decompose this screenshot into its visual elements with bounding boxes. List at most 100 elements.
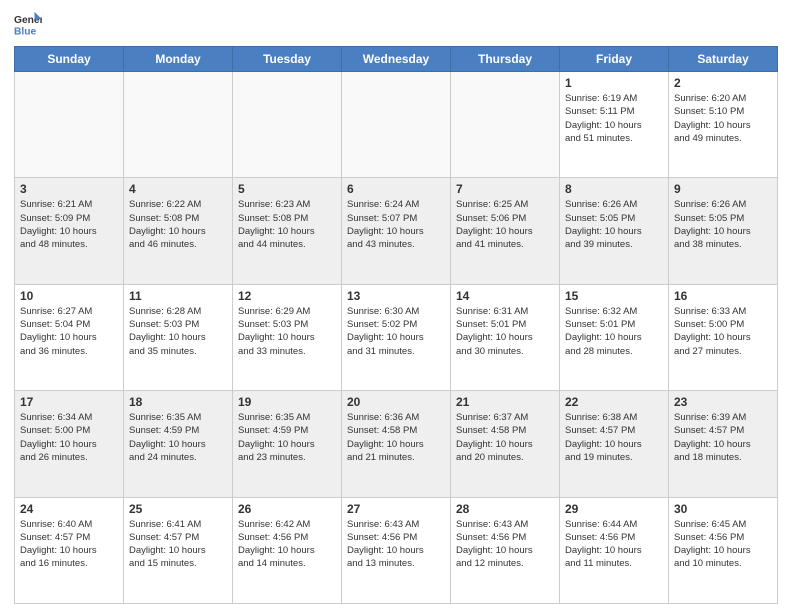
day-cell: 6 Sunrise: 6:24 AM Sunset: 5:07 PM Daylig… [342, 178, 451, 284]
week-row-3: 10Sunrise: 6:27 AM Sunset: 5:04 PM Dayli… [15, 284, 778, 390]
day-cell: 8Sunrise: 6:26 AM Sunset: 5:05 PM Daylig… [560, 178, 669, 284]
day-number: 2 [674, 76, 772, 90]
day-cell: 29 Sunrise: 6:44 AM Sunset: 4:56 PM Dayli… [560, 497, 669, 603]
day-info: Sunrise: 6:27 AM Sunset: 5:04 PM Dayligh… [20, 305, 118, 358]
day-info: Sunrise: 6:44 AM Sunset: 4:56 PM Dayligh… [565, 518, 663, 571]
day-number: 24 [20, 502, 118, 516]
day-cell: 24 Sunrise: 6:40 AM Sunset: 4:57 PM Dayli… [15, 497, 124, 603]
day-cell: 26 Sunrise: 6:42 AM Sunset: 4:56 PM Dayli… [233, 497, 342, 603]
day-number: 1 [565, 76, 663, 90]
day-number: 6 [347, 182, 445, 196]
day-cell: 3Sunrise: 6:21 AM Sunset: 5:09 PM Daylig… [15, 178, 124, 284]
svg-text:Blue: Blue [14, 26, 37, 37]
day-info: Sunrise: 6:29 AM Sunset: 5:03 PM Dayligh… [238, 305, 336, 358]
day-info: Sunrise: 6:19 AM Sunset: 5:11 PM Dayligh… [565, 92, 663, 145]
day-cell: 15Sunrise: 6:32 AM Sunset: 5:01 PM Dayli… [560, 284, 669, 390]
day-cell: 10Sunrise: 6:27 AM Sunset: 5:04 PM Dayli… [15, 284, 124, 390]
week-row-1: 1 Sunrise: 6:19 AM Sunset: 5:11 PM Daylig… [15, 72, 778, 178]
page: General Blue SundayMondayTuesdayWednesda… [0, 0, 792, 612]
week-row-4: 17 Sunrise: 6:34 AM Sunset: 5:00 PM Dayli… [15, 391, 778, 497]
day-info: Sunrise: 6:21 AM Sunset: 5:09 PM Dayligh… [20, 198, 118, 251]
day-number: 14 [456, 289, 554, 303]
day-info: Sunrise: 6:34 AM Sunset: 5:00 PM Dayligh… [20, 411, 118, 464]
day-info: Sunrise: 6:33 AM Sunset: 5:00 PM Dayligh… [674, 305, 772, 358]
day-info: Sunrise: 6:41 AM Sunset: 4:57 PM Dayligh… [129, 518, 227, 571]
day-cell: 21 Sunrise: 6:37 AM Sunset: 4:58 PM Dayli… [451, 391, 560, 497]
day-number: 28 [456, 502, 554, 516]
day-cell: 13Sunrise: 6:30 AM Sunset: 5:02 PM Dayli… [342, 284, 451, 390]
day-number: 17 [20, 395, 118, 409]
day-cell: 14 Sunrise: 6:31 AM Sunset: 5:01 PM Dayli… [451, 284, 560, 390]
day-info: Sunrise: 6:20 AM Sunset: 5:10 PM Dayligh… [674, 92, 772, 145]
day-number: 30 [674, 502, 772, 516]
day-cell: 11 Sunrise: 6:28 AM Sunset: 5:03 PM Dayli… [124, 284, 233, 390]
day-cell: 27 Sunrise: 6:43 AM Sunset: 4:56 PM Dayli… [342, 497, 451, 603]
day-number: 12 [238, 289, 336, 303]
weekday-header-monday: Monday [124, 47, 233, 72]
day-cell: 2 Sunrise: 6:20 AM Sunset: 5:10 PM Daylig… [669, 72, 778, 178]
day-info: Sunrise: 6:35 AM Sunset: 4:59 PM Dayligh… [129, 411, 227, 464]
day-number: 27 [347, 502, 445, 516]
day-info: Sunrise: 6:38 AM Sunset: 4:57 PM Dayligh… [565, 411, 663, 464]
day-cell [15, 72, 124, 178]
day-info: Sunrise: 6:26 AM Sunset: 5:05 PM Dayligh… [674, 198, 772, 251]
day-info: Sunrise: 6:39 AM Sunset: 4:57 PM Dayligh… [674, 411, 772, 464]
day-cell [451, 72, 560, 178]
week-row-2: 3Sunrise: 6:21 AM Sunset: 5:09 PM Daylig… [15, 178, 778, 284]
day-cell [342, 72, 451, 178]
day-number: 26 [238, 502, 336, 516]
day-info: Sunrise: 6:23 AM Sunset: 5:08 PM Dayligh… [238, 198, 336, 251]
day-info: Sunrise: 6:37 AM Sunset: 4:58 PM Dayligh… [456, 411, 554, 464]
day-info: Sunrise: 6:36 AM Sunset: 4:58 PM Dayligh… [347, 411, 445, 464]
day-cell [124, 72, 233, 178]
weekday-header-wednesday: Wednesday [342, 47, 451, 72]
day-cell: 19 Sunrise: 6:35 AM Sunset: 4:59 PM Dayli… [233, 391, 342, 497]
day-number: 16 [674, 289, 772, 303]
week-row-5: 24 Sunrise: 6:40 AM Sunset: 4:57 PM Dayli… [15, 497, 778, 603]
day-info: Sunrise: 6:24 AM Sunset: 5:07 PM Dayligh… [347, 198, 445, 251]
day-info: Sunrise: 6:31 AM Sunset: 5:01 PM Dayligh… [456, 305, 554, 358]
day-info: Sunrise: 6:45 AM Sunset: 4:56 PM Dayligh… [674, 518, 772, 571]
day-number: 13 [347, 289, 445, 303]
day-cell [233, 72, 342, 178]
day-info: Sunrise: 6:25 AM Sunset: 5:06 PM Dayligh… [456, 198, 554, 251]
weekday-header-row: SundayMondayTuesdayWednesdayThursdayFrid… [15, 47, 778, 72]
logo-icon: General Blue [14, 10, 42, 38]
day-number: 9 [674, 182, 772, 196]
day-number: 22 [565, 395, 663, 409]
day-info: Sunrise: 6:43 AM Sunset: 4:56 PM Dayligh… [347, 518, 445, 571]
day-cell: 17 Sunrise: 6:34 AM Sunset: 5:00 PM Dayli… [15, 391, 124, 497]
day-cell: 7Sunrise: 6:25 AM Sunset: 5:06 PM Daylig… [451, 178, 560, 284]
day-info: Sunrise: 6:35 AM Sunset: 4:59 PM Dayligh… [238, 411, 336, 464]
header: General Blue [14, 10, 778, 38]
day-cell: 5 Sunrise: 6:23 AM Sunset: 5:08 PM Daylig… [233, 178, 342, 284]
logo: General Blue [14, 10, 42, 38]
day-info: Sunrise: 6:32 AM Sunset: 5:01 PM Dayligh… [565, 305, 663, 358]
calendar-table: SundayMondayTuesdayWednesdayThursdayFrid… [14, 46, 778, 604]
day-number: 11 [129, 289, 227, 303]
day-number: 18 [129, 395, 227, 409]
day-info: Sunrise: 6:42 AM Sunset: 4:56 PM Dayligh… [238, 518, 336, 571]
day-number: 19 [238, 395, 336, 409]
day-cell: 4 Sunrise: 6:22 AM Sunset: 5:08 PM Daylig… [124, 178, 233, 284]
day-number: 29 [565, 502, 663, 516]
day-number: 21 [456, 395, 554, 409]
weekday-header-thursday: Thursday [451, 47, 560, 72]
day-cell: 18 Sunrise: 6:35 AM Sunset: 4:59 PM Dayli… [124, 391, 233, 497]
day-cell: 25Sunrise: 6:41 AM Sunset: 4:57 PM Dayli… [124, 497, 233, 603]
day-number: 5 [238, 182, 336, 196]
day-cell: 20 Sunrise: 6:36 AM Sunset: 4:58 PM Dayli… [342, 391, 451, 497]
day-number: 23 [674, 395, 772, 409]
day-number: 20 [347, 395, 445, 409]
day-info: Sunrise: 6:43 AM Sunset: 4:56 PM Dayligh… [456, 518, 554, 571]
day-info: Sunrise: 6:22 AM Sunset: 5:08 PM Dayligh… [129, 198, 227, 251]
day-cell: 22 Sunrise: 6:38 AM Sunset: 4:57 PM Dayli… [560, 391, 669, 497]
day-number: 8 [565, 182, 663, 196]
day-cell: 1 Sunrise: 6:19 AM Sunset: 5:11 PM Daylig… [560, 72, 669, 178]
day-info: Sunrise: 6:40 AM Sunset: 4:57 PM Dayligh… [20, 518, 118, 571]
day-info: Sunrise: 6:28 AM Sunset: 5:03 PM Dayligh… [129, 305, 227, 358]
day-cell: 12 Sunrise: 6:29 AM Sunset: 5:03 PM Dayli… [233, 284, 342, 390]
day-cell: 23 Sunrise: 6:39 AM Sunset: 4:57 PM Dayli… [669, 391, 778, 497]
weekday-header-friday: Friday [560, 47, 669, 72]
day-number: 4 [129, 182, 227, 196]
